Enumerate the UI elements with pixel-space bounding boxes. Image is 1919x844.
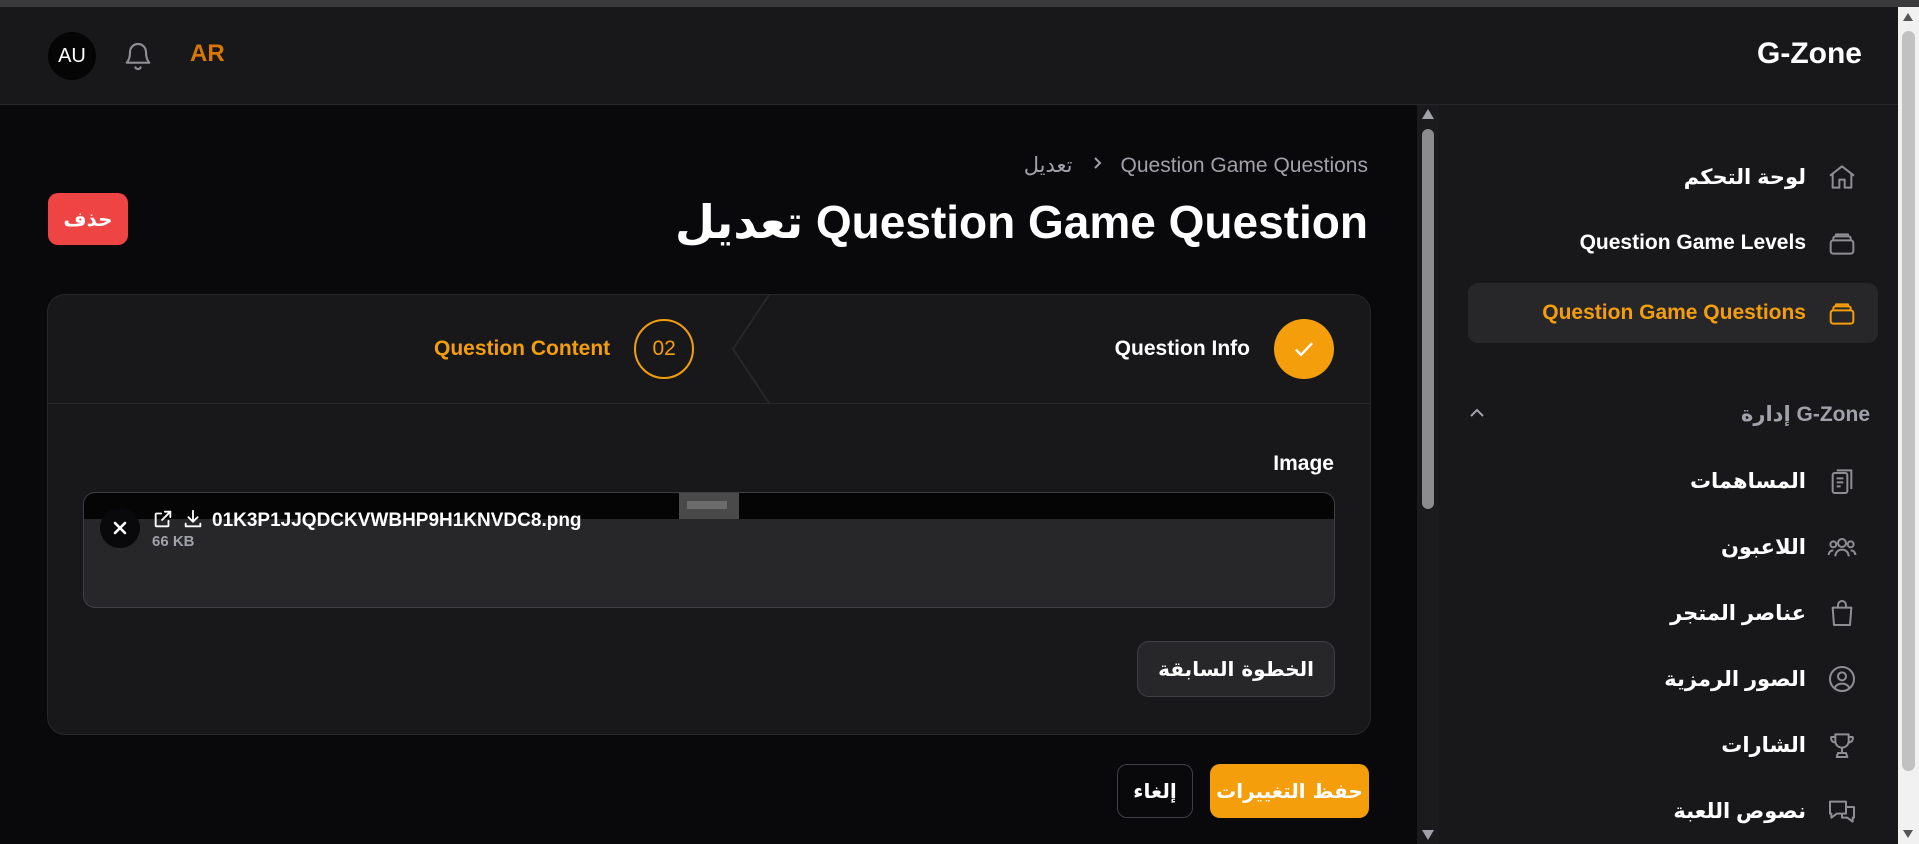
sidebar-item-players[interactable]: اللاعبون [1468,517,1878,577]
image-upload-field[interactable]: 01K3P1JJQDCKVWBHP9H1KNVDC8.png 66 KB [83,492,1335,608]
step-question-content[interactable]: Question Content 02 [434,319,695,379]
wizard-steps: Question Info Question Content 02 [48,295,1370,404]
home-icon [1826,161,1858,193]
sidebar-item-label: لوحة التحكم [1683,165,1806,189]
language-toggle[interactable]: AR [190,40,225,68]
chat-icon [1826,795,1858,827]
file-name: 01K3P1JJQDCKVWBHP9H1KNVDC8.png [212,510,582,531]
scrollbar-thumb[interactable] [1902,31,1915,771]
bell-icon[interactable] [122,38,154,74]
window-top-border [0,0,1919,7]
window-scrollbar[interactable] [1898,7,1919,844]
cancel-button[interactable]: إلغاء [1117,764,1193,818]
remove-file-button[interactable] [100,508,140,548]
chevron-left-icon [1091,154,1103,177]
brand-logo[interactable]: G-Zone [1757,37,1862,71]
sidebar-item-label: Question Game Questions [1542,301,1806,324]
sidebar-item-label: Question Game Levels [1579,231,1806,254]
stack-icon [1826,227,1858,259]
page-title: تعديل Question Game Question [674,196,1368,248]
sidebar-group-header[interactable]: إدارة G-Zone [1468,402,1870,427]
file-size: 66 KB [152,533,195,550]
sidebar: لوحة التحكم Question Game Levels Questio… [1439,105,1898,844]
scroll-down-icon[interactable] [1903,830,1913,838]
breadcrumb-current: تعديل [1023,154,1073,177]
sidebar-item-label: عناصر المتجر [1670,601,1806,625]
sidebar-item-contributions[interactable]: المساهمات [1468,451,1878,511]
clipboard-icon [1826,465,1858,497]
scrollbar-thumb[interactable] [1422,129,1434,509]
wizard-card: Question Info Question Content 02 Image [47,294,1371,735]
sidebar-item-dashboard[interactable]: لوحة التحكم [1468,147,1878,207]
step-number: 02 [634,319,695,379]
scroll-up-icon[interactable] [1422,109,1434,119]
file-actions [152,508,204,535]
sidebar-item-avatars[interactable]: الصور الرمزية [1468,649,1878,709]
user-avatar[interactable]: AU [48,32,96,80]
sidebar-item-question-game-levels[interactable]: Question Game Levels [1468,213,1878,273]
users-icon [1826,531,1858,563]
scroll-up-icon[interactable] [1903,13,1913,21]
sidebar-item-label: الصور الرمزية [1664,667,1806,691]
step-label: Question Info [1114,337,1250,360]
top-header: AU AR G-Zone [0,7,1898,105]
shopping-bag-icon [1826,597,1858,629]
image-thumbnail [679,493,739,519]
step-divider [731,295,770,403]
sidebar-item-label: الشارات [1721,733,1806,757]
sidebar-item-label: اللاعبون [1720,535,1806,559]
main-content: تعديل Question Game Questions تعديل Ques… [0,105,1417,844]
sidebar-item-badges[interactable]: الشارات [1468,715,1878,775]
sidebar-item-label: المساهمات [1689,469,1806,493]
save-changes-button[interactable]: حفظ التغييرات [1210,764,1369,818]
sidebar-group-label: إدارة G-Zone [1741,403,1870,426]
main-scrollbar[interactable] [1417,105,1439,844]
stack-icon [1826,297,1858,329]
previous-step-button[interactable]: الخطوة السابقة [1137,641,1335,697]
sidebar-item-question-game-questions[interactable]: Question Game Questions [1468,283,1878,343]
sidebar-item-label: نصوص اللعبة [1673,799,1806,823]
sidebar-item-store-items[interactable]: عناصر المتجر [1468,583,1878,643]
trophy-icon [1826,729,1858,761]
scroll-down-icon[interactable] [1422,830,1434,840]
image-field-label: Image [1273,452,1334,475]
step-label: Question Content [434,337,611,360]
user-circle-icon [1826,663,1858,695]
step-question-info[interactable]: Question Info [1115,319,1334,379]
open-external-icon[interactable] [152,508,174,535]
breadcrumb-parent-link[interactable]: Question Game Questions [1121,154,1368,178]
breadcrumb: تعديل Question Game Questions [1024,153,1368,178]
sidebar-item-game-texts[interactable]: نصوص اللعبة [1468,781,1878,841]
download-icon[interactable] [182,508,204,535]
chevron-up-icon[interactable] [1468,406,1486,424]
delete-button[interactable]: حذف [48,193,128,245]
check-icon [1274,319,1334,379]
